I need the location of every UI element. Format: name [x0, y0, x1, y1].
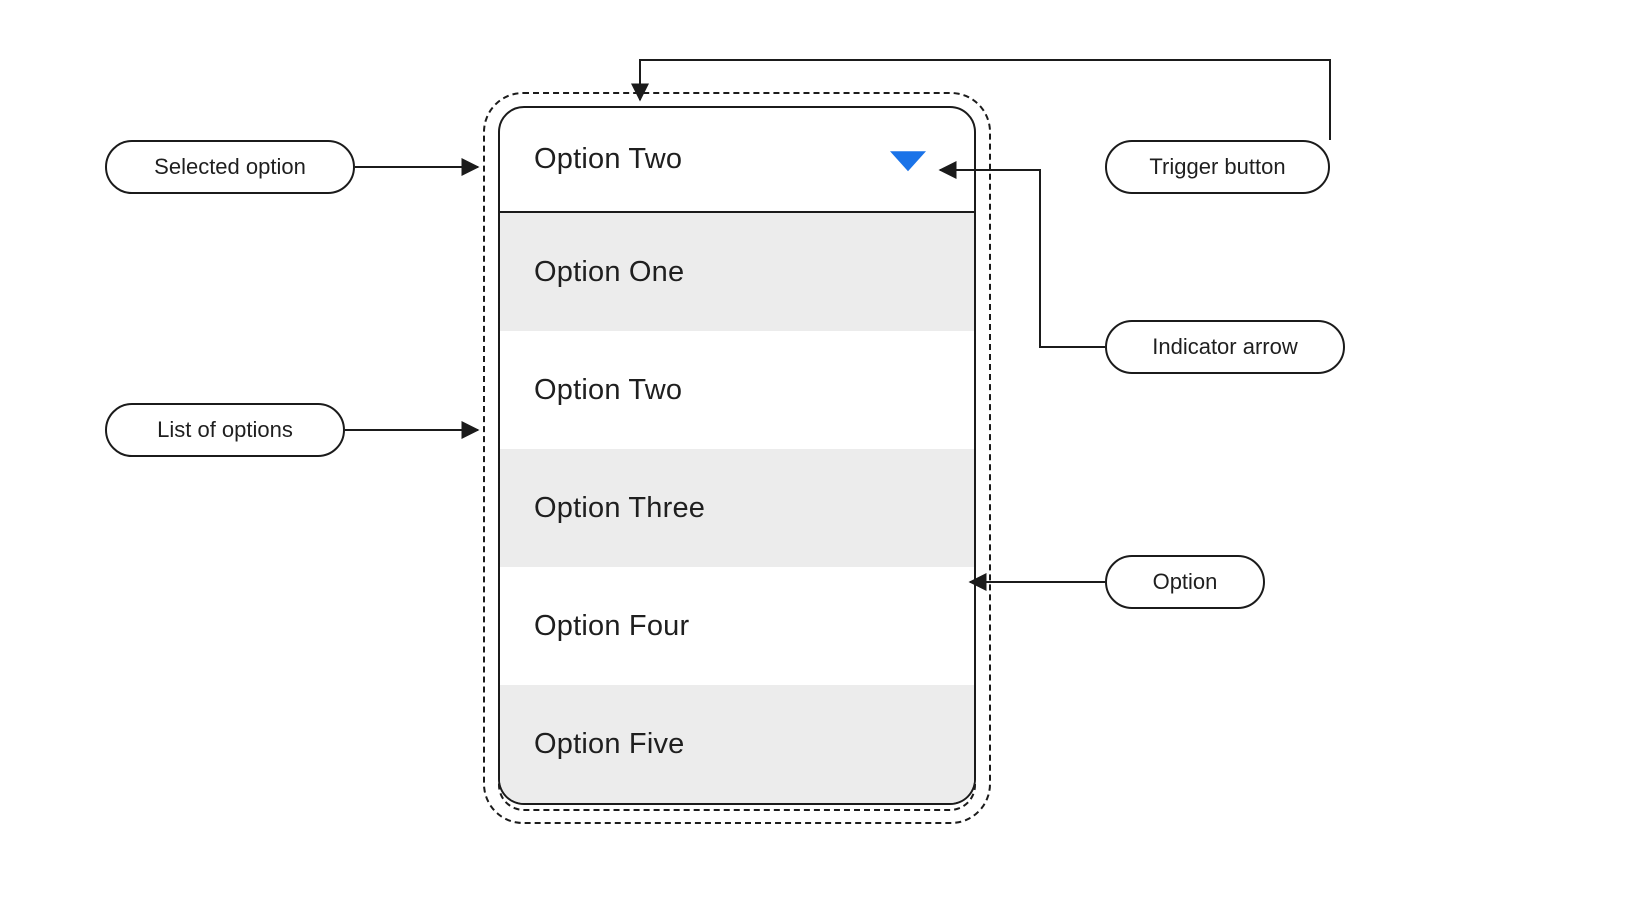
callout-label: Option [1153, 569, 1218, 595]
callout-label: List of options [157, 417, 293, 443]
option-item[interactable]: Option Five [500, 685, 974, 803]
indicator-arrow-icon [890, 149, 926, 173]
option-label: Option Four [534, 610, 689, 643]
callout-indicator-arrow: Indicator arrow [1105, 320, 1345, 374]
callout-list-of-options: List of options [105, 403, 345, 457]
option-label: Option Five [534, 728, 685, 761]
option-item[interactable]: Option Three [500, 449, 974, 567]
dropdown-component: Option Two Option One Option Two Option … [498, 106, 976, 805]
callout-label: Trigger button [1149, 154, 1285, 180]
option-label: Option One [534, 256, 684, 289]
option-item[interactable]: Option Four [500, 567, 974, 685]
callout-trigger-button: Trigger button [1105, 140, 1330, 194]
callout-option: Option [1105, 555, 1265, 609]
options-list: Option One Option Two Option Three Optio… [498, 213, 976, 805]
callout-label: Indicator arrow [1152, 334, 1298, 360]
callout-selected-option: Selected option [105, 140, 355, 194]
diagram-canvas: Option Two Option One Option Two Option … [0, 0, 1650, 924]
selected-option-label: Option Two [534, 143, 682, 176]
option-item[interactable]: Option One [500, 213, 974, 331]
option-label: Option Three [534, 492, 705, 525]
option-label: Option Two [534, 374, 682, 407]
callout-label: Selected option [154, 154, 306, 180]
option-item[interactable]: Option Two [500, 331, 974, 449]
trigger-button[interactable]: Option Two [498, 106, 976, 213]
